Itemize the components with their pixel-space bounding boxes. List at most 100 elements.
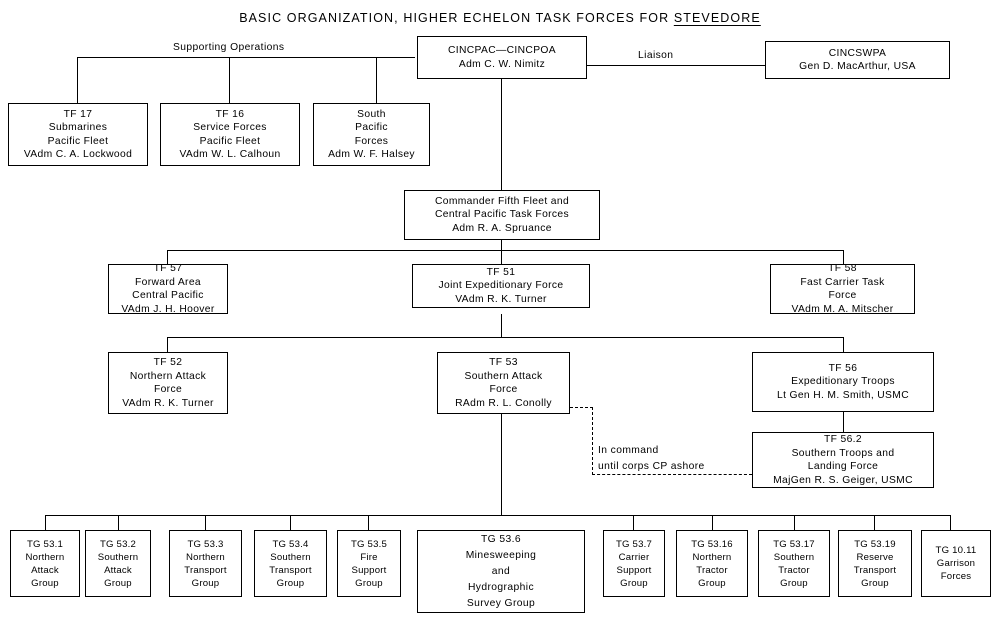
tf51-line-1: TF 51 [486, 266, 516, 278]
tg1011-line-1: TG 10.11 [935, 545, 977, 556]
box-tf17-submarines[interactable]: TF 17 Submarines Pacific Fleet VAdm C. A… [8, 103, 148, 166]
box-tf56-expeditionary-troops[interactable]: TF 56 Expeditionary Troops Lt Gen H. M. … [752, 352, 934, 412]
tf52-line-1: TF 52 [153, 357, 183, 368]
tf58-line-1: TF 58 [828, 263, 857, 274]
connector-bus-to-tf51 [501, 250, 503, 265]
org-chart-diagram: BASIC ORGANIZATION, HIGHER ECHELON TASK … [0, 0, 1000, 619]
tg5317-line-4: Group [780, 577, 808, 589]
box-tg5317-southern-tractor-group[interactable]: TG 53.17 Southern Tractor Group [758, 530, 830, 597]
box-tg1011-garrison-forces[interactable]: TG 10.11 Garrison Forces [921, 530, 991, 597]
tg5316-line-3: Tractor [696, 564, 728, 576]
dashed-connector-vertical [592, 407, 593, 475]
box-tg5319-reserve-transport-group[interactable]: TG 53.19 Reserve Transport Group [838, 530, 912, 597]
tf56-line-1: TF 56 [828, 362, 858, 374]
tg5317-line-1: TG 53.17 [773, 538, 815, 550]
tf17-line-2: Submarines [48, 122, 108, 133]
cincpac-line-1: CINCPAC—CINCPOA [447, 45, 557, 56]
box-tg536-minesweeping-hydrographic-survey-group[interactable]: TG 53.6 Minesweeping and Hydrographic Su… [417, 530, 585, 613]
tf57-line-4: VAdm J. H. Hoover [121, 303, 215, 315]
tf16-line-3: Pacific Fleet [199, 135, 261, 147]
connector-tf51-bus [167, 337, 844, 339]
connector-cincpac-to-fifthfleet [501, 79, 503, 190]
box-tf52-northern-attack-force[interactable]: TF 52 Northern Attack Force VAdm R. K. T… [108, 352, 228, 414]
tg533-line-1: TG 53.3 [187, 538, 224, 550]
sopac-line-3: Forces [354, 135, 389, 147]
note-line-1: In command [598, 445, 659, 456]
box-tf16-service-forces[interactable]: TF 16 Service Forces Pacific Fleet VAdm … [160, 103, 300, 166]
tg536-line-5: Survey Group [466, 597, 536, 609]
tf52-line-2: Northern Attack [129, 370, 207, 382]
edge-label-supporting-operations: Supporting Operations [170, 42, 288, 53]
connector-cincpac-to-sopac [376, 57, 378, 103]
box-tf58-fast-carrier-task-force[interactable]: TF 58 Fast Carrier Task Force VAdm M. A.… [770, 263, 915, 315]
box-tg532-southern-attack-group[interactable]: TG 53.2 Southern Attack Group [85, 530, 151, 597]
tf58-line-2: Fast Carrier Task [800, 276, 885, 288]
tg537-line-3: Support [616, 564, 652, 576]
box-tg534-southern-transport-group[interactable]: TG 53.4 Southern Transport Group [254, 530, 327, 597]
page-title: BASIC ORGANIZATION, HIGHER ECHELON TASK … [0, 11, 1000, 25]
box-cincpac-cincpoa[interactable]: CINCPAC—CINCPOA Adm C. W. Nimitz [417, 36, 587, 79]
tf562-line-2: Southern Troops and [791, 447, 895, 459]
tg5316-line-1: TG 53.16 [691, 538, 733, 550]
title-operation-name: STEVEDORE [673, 11, 761, 25]
box-tf53-southern-attack-force[interactable]: TF 53 Southern Attack Force RAdm R. L. C… [437, 352, 570, 414]
tf53-line-4: RAdm R. L. Conolly [455, 397, 552, 409]
edge-label-liaison: Liaison [635, 50, 677, 61]
cincswpa-line-1: CINCSWPA [828, 47, 887, 59]
box-tg535-fire-support-group[interactable]: TG 53.5 Fire Support Group [337, 530, 401, 597]
tg536-line-3: and [491, 565, 511, 577]
box-commander-fifth-fleet[interactable]: Commander Fifth Fleet and Central Pacifi… [404, 190, 600, 240]
box-tg5316-northern-tractor-group[interactable]: TG 53.16 Northern Tractor Group [676, 530, 748, 597]
fifthfleet-line-1: Commander Fifth Fleet and [434, 195, 570, 207]
tg531-line-2: Northern [25, 551, 65, 563]
box-tf562-southern-troops-landing-force[interactable]: TF 56.2 Southern Troops and Landing Forc… [752, 432, 934, 488]
tf58-line-3: Force [828, 290, 857, 301]
connector-fifthfleet-bus [167, 250, 844, 252]
sopac-line-4: Adm W. F. Halsey [328, 149, 415, 160]
tf53-line-3: Force [489, 384, 518, 395]
tf56-line-3: Lt Gen H. M. Smith, USMC [777, 389, 909, 401]
connector-tf51-stem [501, 314, 503, 338]
tg534-line-2: Southern [270, 551, 311, 563]
tg5316-line-4: Group [698, 577, 726, 589]
connector-tf53-stem [501, 412, 503, 516]
tg537-line-1: TG 53.7 [615, 538, 653, 550]
fifthfleet-line-3: Adm R. A. Spruance [452, 222, 552, 234]
connector-taskgroup-bus [45, 515, 951, 517]
connector-bus-to-tg5316 [712, 515, 714, 530]
tg535-line-1: TG 53.5 [350, 538, 388, 550]
tg5316-line-2: Northern [692, 551, 732, 563]
title-text: BASIC ORGANIZATION, HIGHER ECHELON TASK … [239, 11, 674, 25]
box-tf57-forward-area[interactable]: TF 57 Forward Area Central Pacific VAdm … [108, 263, 228, 315]
box-tg533-northern-transport-group[interactable]: TG 53.3 Northern Transport Group [169, 530, 242, 597]
box-cincswpa[interactable]: CINCSWPA Gen D. MacArthur, USA [765, 41, 950, 79]
box-tg531-northern-attack-group[interactable]: TG 53.1 Northern Attack Group [10, 530, 80, 597]
sopac-line-2: Pacific [355, 122, 388, 133]
connector-bus-to-tg533 [205, 515, 207, 530]
tg5319-line-3: Transport [853, 564, 897, 576]
tg532-line-4: Group [104, 577, 132, 589]
tf17-line-1: TF 17 [63, 108, 93, 120]
fifthfleet-line-2: Central Pacific Task Forces [434, 209, 569, 221]
tg531-line-3: Attack [31, 564, 59, 576]
tf52-line-4: VAdm R. K. Turner [122, 397, 214, 409]
connector-bus-to-tf56 [843, 337, 845, 352]
box-south-pacific-forces[interactable]: South Pacific Forces Adm W. F. Halsey [313, 103, 430, 166]
box-tf51-joint-expeditionary-force[interactable]: TF 51 Joint Expeditionary Force VAdm R. … [412, 264, 590, 308]
tg535-line-2: Fire [360, 551, 378, 563]
tg537-line-4: Group [620, 577, 648, 589]
tg534-line-4: Group [276, 577, 305, 589]
box-tg537-carrier-support-group[interactable]: TG 53.7 Carrier Support Group [603, 530, 665, 597]
tg532-line-1: TG 53.2 [99, 538, 137, 550]
tf16-line-2: Service Forces [193, 122, 267, 133]
tg5317-line-2: Southern [773, 551, 815, 563]
tg535-line-3: Support [351, 564, 387, 576]
connector-bus-to-tg1011 [950, 515, 952, 530]
tg534-line-1: TG 53.4 [272, 538, 309, 550]
connector-cincpac-to-tf17 [77, 57, 79, 103]
cincswpa-line-2: Gen D. MacArthur, USA [799, 61, 916, 72]
connector-bus-to-tg531 [45, 515, 47, 530]
connector-cincpac-to-tf16 [229, 57, 231, 103]
tg5317-line-3: Tractor [778, 564, 810, 576]
tf51-line-2: Joint Expeditionary Force [438, 280, 564, 292]
